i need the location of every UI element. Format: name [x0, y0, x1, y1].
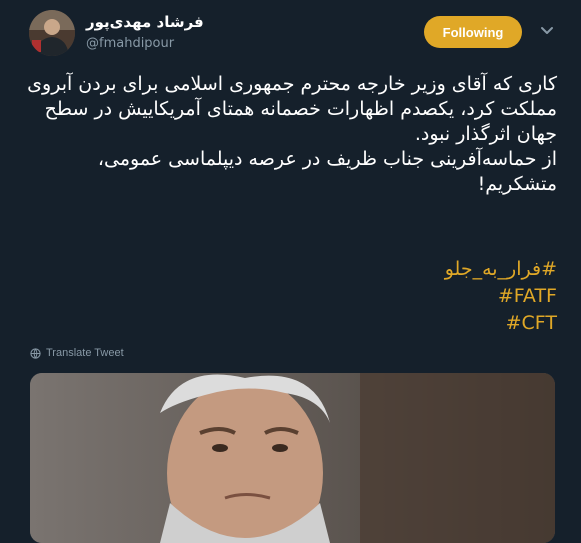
hashtag-link[interactable]: #فرار_به_جلو	[257, 256, 557, 283]
display-name[interactable]: فرشاد مهدی‌پور	[86, 13, 204, 31]
translate-label: Translate Tweet	[46, 347, 124, 359]
tweet-paragraph: کاری که آقای وزیر خارجه محترم جمهوری اسل…	[27, 73, 557, 145]
user-handle[interactable]: @fmahdipour	[86, 36, 174, 51]
chevron-down-icon[interactable]	[538, 22, 556, 40]
tweet-text: کاری که آقای وزیر خارجه محترم جمهوری اسل…	[27, 72, 557, 197]
avatar[interactable]	[29, 10, 75, 56]
hashtag-link[interactable]: #CFT	[257, 310, 557, 337]
hashtag-list: #فرار_به_جلو #FATF #CFT	[257, 256, 557, 337]
translate-tweet-link[interactable]: Translate Tweet	[30, 347, 124, 359]
tweet-photo[interactable]	[30, 373, 555, 543]
tweet-paragraph: از حماسه‌آفرینی جناب ظریف در عرصه دیپلما…	[97, 148, 557, 195]
hashtag-link[interactable]: #FATF	[257, 283, 557, 310]
following-button[interactable]: Following	[424, 16, 522, 48]
globe-icon	[30, 347, 41, 359]
